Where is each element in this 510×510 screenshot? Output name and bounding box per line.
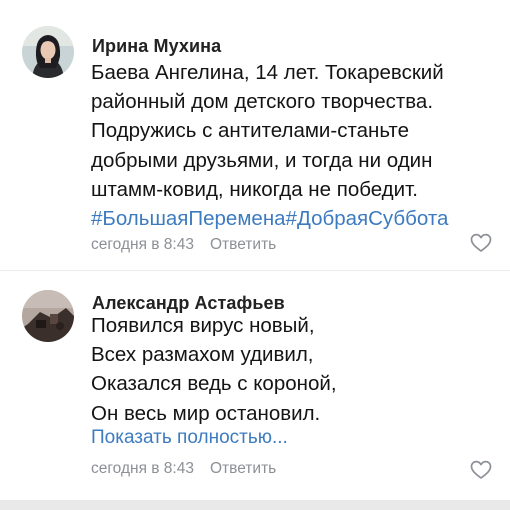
reply-button[interactable]: Ответить: [210, 460, 276, 477]
comment-text-line: Баева Ангелина, 14 лет. Токаревский: [91, 61, 444, 84]
comment-text-line: добрыми друзьями, и тогда ни один: [91, 148, 433, 172]
comment-timestamp[interactable]: сегодня в 8:43: [91, 236, 194, 253]
comment-meta: сегодня в 8:43 Ответить: [91, 236, 276, 254]
like-button[interactable]: [470, 233, 492, 253]
avatar[interactable]: [22, 26, 74, 78]
comment-text-line: Оказался ведь с короной,: [91, 372, 337, 396]
hashtag-link[interactable]: #БольшаяПеремена#ДобраяСуббота: [91, 204, 501, 233]
comment-text-line: Появился вирус новый,: [91, 314, 315, 337]
show-more-link[interactable]: Показать полностью...: [91, 427, 288, 449]
comment-text: Появился вирус новый, Всех размахом удив…: [91, 311, 501, 428]
user-photo-icon: [22, 26, 74, 78]
comment-text-line: штамм-ковид, никогда не победит.: [91, 177, 418, 201]
comment: Александр Астафьев Появился вирус новый,…: [0, 270, 510, 510]
comment-meta: сегодня в 8:43 Ответить: [91, 460, 276, 478]
reply-button[interactable]: Ответить: [210, 236, 276, 253]
comment-text-line: Подружись с антителами-станьте: [91, 119, 409, 143]
comment-timestamp[interactable]: сегодня в 8:43: [91, 460, 194, 477]
comment-text-line: Всех размахом удивил,: [91, 343, 314, 367]
user-photo-icon: [22, 290, 74, 342]
comment-text: Баева Ангелина, 14 лет. Токаревский райо…: [91, 58, 501, 233]
avatar[interactable]: [22, 290, 74, 342]
heart-icon: [470, 233, 492, 252]
comment: Ирина Мухина Баева Ангелина, 14 лет. Ток…: [0, 0, 510, 270]
comment-text-line: районный дом детского творчества.: [91, 90, 434, 114]
comment-text-line: Он весь мир остановил.: [91, 401, 321, 425]
like-button[interactable]: [470, 460, 492, 480]
bottom-separator: [0, 500, 510, 510]
comment-author[interactable]: Ирина Мухина: [92, 36, 221, 57]
heart-icon: [470, 460, 492, 479]
comments-feed: Ирина Мухина Баева Ангелина, 14 лет. Ток…: [0, 0, 510, 510]
